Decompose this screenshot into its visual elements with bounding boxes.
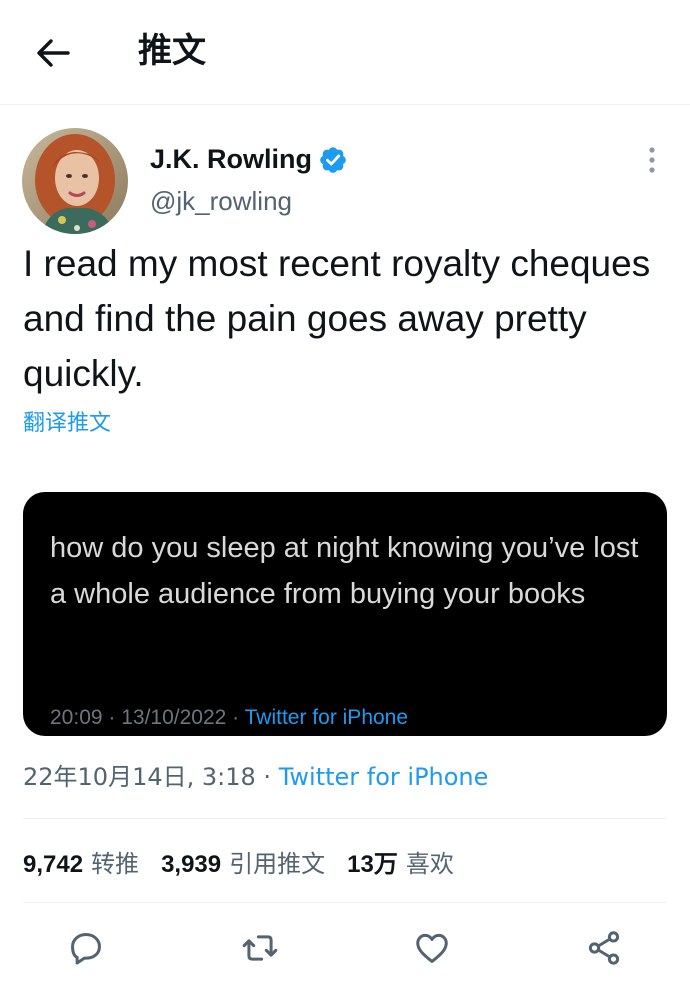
reply-button[interactable]	[66, 928, 106, 968]
like-button[interactable]	[412, 928, 452, 968]
translate-tweet-link[interactable]: 翻译推文	[23, 408, 111, 440]
likes-label: 喜欢	[405, 849, 454, 878]
divider	[23, 818, 667, 819]
likes-stat[interactable]: 13万 喜欢	[347, 844, 454, 879]
divider	[23, 902, 667, 903]
likes-count: 13万	[347, 850, 398, 878]
quotes-stat[interactable]: 3,939 引用推文	[161, 844, 325, 879]
more-vertical-icon	[649, 147, 655, 173]
back-button[interactable]	[30, 30, 76, 76]
heart-icon	[416, 933, 448, 963]
media-timestamp: 20:09 · 13/10/2022 · Twitter for iPhone	[50, 704, 408, 732]
page-title: 推文	[138, 31, 206, 71]
tweet-media-image[interactable]: how do you sleep at night knowing you’ve…	[23, 492, 667, 736]
author-display-name[interactable]: J.K. Rowling	[150, 142, 312, 176]
arrow-left-icon	[37, 39, 70, 67]
quotes-count: 3,939	[161, 850, 222, 878]
tweet-timestamp: 22年10月14日, 3:18 · Twitter for iPhone	[23, 760, 488, 794]
media-source: Twitter for iPhone	[244, 706, 409, 729]
media-quoted-text: how do you sleep at night knowing you’ve…	[50, 532, 639, 610]
engagement-stats: 9,742 转推 3,939 引用推文 13万 喜欢	[23, 843, 476, 879]
reply-icon	[71, 933, 101, 965]
retweet-button[interactable]	[240, 928, 280, 968]
tweet-text: I read my most recent royalty cheques an…	[23, 243, 651, 394]
author-handle[interactable]: @jk_rowling	[150, 184, 292, 218]
top-bar: 推文	[0, 0, 690, 105]
share-icon	[588, 931, 620, 965]
retweet-icon	[242, 935, 278, 961]
media-timestamp-text: 20:09 · 13/10/2022 ·	[50, 706, 240, 729]
quotes-label: 引用推文	[229, 849, 326, 878]
verified-badge-icon	[320, 147, 346, 173]
tweet-source-link[interactable]: Twitter for iPhone	[279, 763, 489, 791]
more-options-button[interactable]	[636, 142, 668, 178]
retweets-label: 转推	[91, 849, 140, 878]
avatar[interactable]	[22, 128, 128, 234]
retweets-count: 9,742	[23, 850, 84, 878]
tweet-date: 22年10月14日, 3:18	[23, 763, 256, 791]
share-button[interactable]	[584, 928, 624, 968]
retweets-stat[interactable]: 9,742 转推	[23, 844, 139, 879]
meta-separator: ·	[263, 763, 272, 791]
